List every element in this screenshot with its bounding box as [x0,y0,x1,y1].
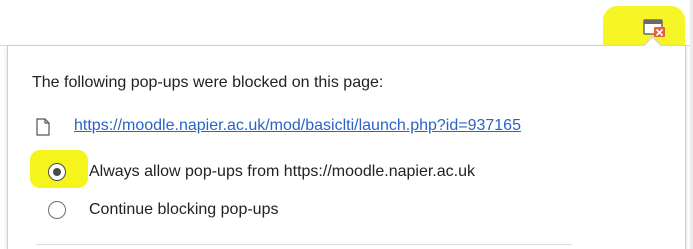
browser-window: The following pop-ups were blocked on th… [0,0,693,249]
radio-selected-dot [53,168,61,176]
bubble-heading: The following pop-ups were blocked on th… [32,74,384,91]
document-icon [36,118,50,136]
always-allow-label: Always allow pop-ups from https://moodle… [89,163,475,180]
always-allow-option[interactable]: Always allow pop-ups from https://moodle… [48,160,475,184]
blocked-popup-link[interactable]: https://moodle.napier.ac.uk/mod/basiclti… [74,117,521,135]
continue-blocking-radio[interactable] [48,201,66,219]
always-allow-radio[interactable] [48,163,66,181]
bubble-divider [36,244,572,245]
continue-blocking-label: Continue blocking pop-ups [89,201,279,218]
popup-blocked-icon[interactable] [642,17,668,39]
continue-blocking-option[interactable]: Continue blocking pop-ups [48,198,278,222]
